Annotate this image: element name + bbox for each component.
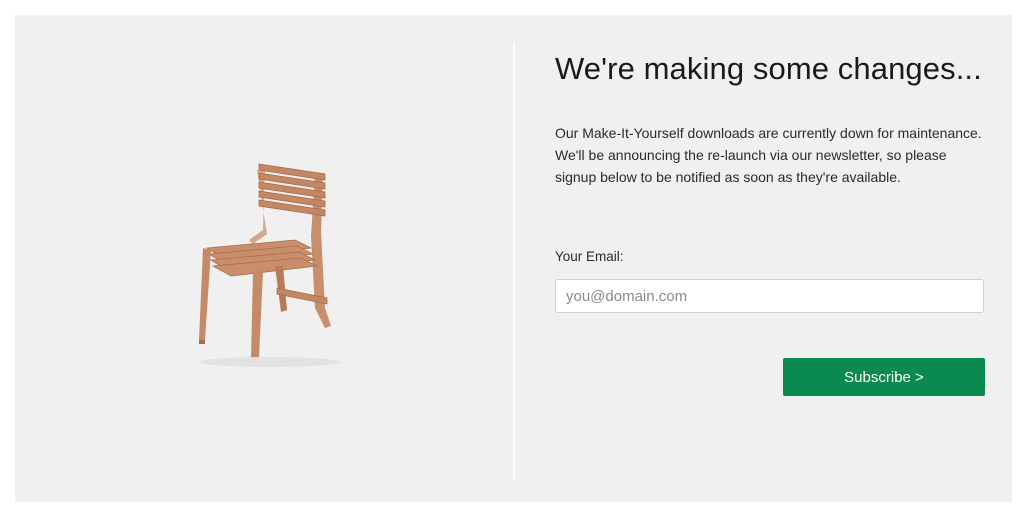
subscribe-button[interactable]: Subscribe > bbox=[783, 358, 985, 396]
page-title: We're making some changes... bbox=[555, 51, 982, 86]
content-area: We're making some changes... Our Make-It… bbox=[555, 15, 995, 502]
description-line: signup below to be notified as soon as t… bbox=[555, 169, 901, 185]
panel-divider bbox=[513, 43, 515, 479]
hero-area bbox=[15, 15, 513, 502]
description-line: Our Make-It-Yourself downloads are curre… bbox=[555, 125, 982, 141]
maintenance-description: Our Make-It-Yourself downloads are curre… bbox=[555, 122, 995, 188]
chair-image bbox=[199, 163, 340, 367]
description-line: We'll be announcing the re-launch via ou… bbox=[555, 147, 947, 163]
email-field[interactable] bbox=[555, 279, 984, 313]
maintenance-panel: We're making some changes... Our Make-It… bbox=[15, 15, 1012, 502]
email-label: Your Email: bbox=[555, 249, 624, 264]
